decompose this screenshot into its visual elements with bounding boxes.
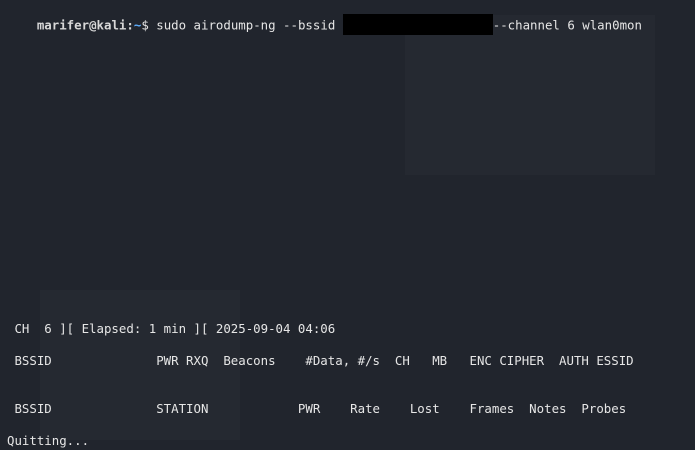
command-line[interactable]: marifer@kali:~$ sudo airodump-ng --bssid… bbox=[7, 1, 642, 51]
access-point-table-header: BSSID PWR RXQ Beacons #Data, #/s CH MB E… bbox=[7, 353, 634, 368]
airodump-status-line: CH 6 ][ Elapsed: 1 min ][ 2025-09-04 04:… bbox=[7, 321, 336, 336]
prompt-dollar: $ bbox=[141, 17, 149, 33]
terminal-window[interactable]: marifer@kali:~$ sudo airodump-ng --bssid… bbox=[0, 0, 695, 450]
prompt-host: kali bbox=[96, 17, 127, 33]
redacted-bssid bbox=[342, 14, 493, 35]
station-table-header: BSSID STATION PWR Rate Lost Frames Notes… bbox=[7, 401, 627, 416]
command-text-start: sudo airodump-ng --bssid bbox=[148, 17, 343, 33]
command-text-end: --channel 6 wlan0mon bbox=[492, 17, 642, 33]
prompt-at: @ bbox=[89, 17, 97, 33]
prompt-colon: : bbox=[126, 17, 134, 33]
quitting-message: Quitting... bbox=[7, 433, 90, 448]
prompt-user: marifer bbox=[36, 17, 90, 33]
